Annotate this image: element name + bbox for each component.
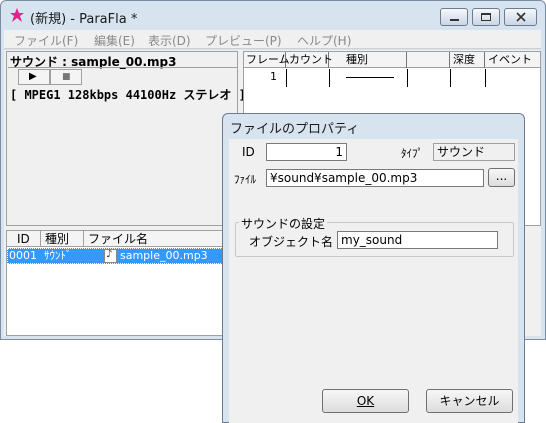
menu-view[interactable]: 表示(D) (148, 32, 191, 49)
grid-line (407, 69, 408, 87)
minimize-button[interactable] (440, 8, 468, 26)
grid-line (485, 69, 486, 87)
column-depth[interactable]: 深度 (451, 52, 485, 68)
id-label: ID (242, 145, 255, 159)
file-path-field[interactable]: ¥sound¥sample_00.mp3 (266, 169, 484, 187)
stop-button[interactable]: ■ (50, 69, 82, 85)
close-window-button[interactable] (504, 8, 537, 26)
type-label: ﾀｲﾌﾟ (401, 147, 423, 160)
grid-line (329, 69, 330, 87)
menu-help[interactable]: ヘルプ(H) (297, 32, 351, 49)
column-asset-type[interactable]: 種別 (41, 231, 84, 247)
type-placeholder-line (346, 77, 394, 78)
dialog-title: ファイルのプロパティ (230, 122, 360, 137)
column-id[interactable]: ID (7, 231, 41, 247)
grid-line (286, 69, 287, 87)
file-label: ﾌｧｲﾙ (234, 173, 256, 186)
menu-edit[interactable]: 編集(E) (94, 32, 135, 49)
object-name-label: オブジェクト名 (249, 235, 334, 249)
column-blank[interactable] (408, 52, 450, 68)
app-logo-icon (10, 8, 24, 22)
divider (8, 67, 237, 68)
column-event[interactable]: イベント (486, 52, 540, 68)
ok-button[interactable]: OK (322, 389, 409, 413)
browse-button[interactable]: ... (488, 168, 515, 187)
column-count[interactable]: カウント (287, 52, 333, 68)
menu-file[interactable]: ファイル(F) (14, 32, 78, 49)
sound-format-info: [ MPEG1 128kbps 44100Hz ステレオ ] (10, 88, 246, 102)
timeline-frame-number: 1 (270, 70, 277, 83)
column-frame[interactable]: フレーム (244, 52, 290, 68)
maximize-button[interactable] (472, 8, 500, 26)
close-icon (516, 12, 526, 22)
window-title: (新規) - ParaFla * (30, 12, 138, 27)
group-title: サウンドの設定 (239, 215, 328, 232)
minimize-icon (450, 19, 459, 21)
type-field: サウンド (433, 143, 515, 161)
grid-line (450, 69, 451, 87)
maximize-icon (481, 13, 491, 21)
asset-type: ｻｳﾝﾄﾞ (44, 249, 72, 262)
asset-id: 0001 (9, 249, 37, 262)
id-field[interactable]: 1 (266, 143, 347, 161)
menu-preview[interactable]: プレビュー(P) (205, 32, 282, 49)
asset-filename: sample_00.mp3 (120, 249, 208, 262)
cancel-button[interactable]: キャンセル (426, 389, 513, 413)
column-type[interactable]: 種別 (330, 52, 407, 68)
music-file-icon: ♪ (104, 249, 117, 263)
object-name-field[interactable]: my_sound (337, 231, 498, 249)
play-button[interactable]: ▶ (18, 69, 50, 85)
stop-icon: ■ (62, 72, 71, 82)
play-icon: ▶ (29, 71, 37, 82)
column-filename[interactable]: ファイル名 (84, 231, 237, 247)
